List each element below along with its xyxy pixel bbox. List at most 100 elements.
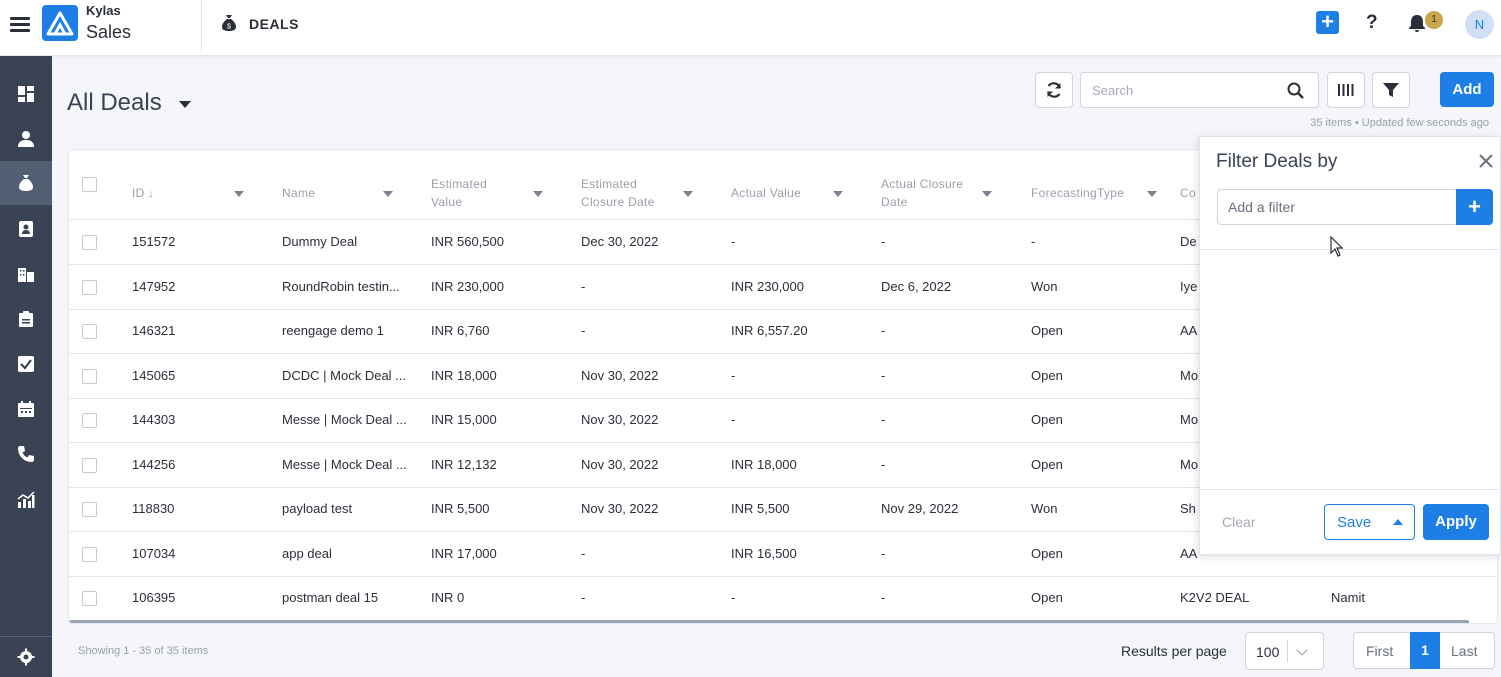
caret-up-icon[interactable] <box>1393 519 1403 525</box>
row-checkbox[interactable] <box>82 235 97 250</box>
clear-button[interactable]: Clear <box>1222 514 1255 530</box>
row-checkbox[interactable] <box>82 369 97 384</box>
cell-actual-value: INR 5,500 <box>731 501 790 516</box>
reports-icon[interactable] <box>0 478 52 522</box>
row-checkbox[interactable] <box>82 413 97 428</box>
companies-icon[interactable] <box>0 252 52 296</box>
cell-actual-closure-date: - <box>881 412 886 427</box>
filter-panel-title: Filter Deals by <box>1216 151 1338 172</box>
cell-name[interactable]: app deal <box>282 546 332 561</box>
header-divider <box>201 0 202 52</box>
cell-id: 151572 <box>132 234 176 249</box>
search-icon[interactable] <box>1287 82 1304 99</box>
filter-button[interactable] <box>1372 72 1410 108</box>
column-header-name[interactable]: Name <box>282 184 315 202</box>
deals-icon[interactable] <box>0 161 52 205</box>
table-row[interactable]: 106395 postman deal 15 INR 0 - - - Open … <box>69 576 1497 621</box>
row-checkbox[interactable] <box>82 280 97 295</box>
quick-add-button[interactable]: + <box>1316 11 1339 34</box>
contacts-icon[interactable] <box>0 207 52 251</box>
bell-icon[interactable] <box>1407 13 1427 33</box>
column-menu-icon[interactable] <box>383 191 393 197</box>
column-header-estimated-closure-date[interactable]: Estimated Closure Date <box>581 175 681 211</box>
column-header-company[interactable]: Co <box>1180 184 1196 202</box>
row-checkbox[interactable] <box>82 502 97 517</box>
column-menu-icon[interactable] <box>1147 191 1157 197</box>
cell-name[interactable]: Dummy Deal <box>282 234 357 249</box>
column-menu-icon[interactable] <box>833 191 843 197</box>
view-dropdown-caret-icon[interactable] <box>179 101 191 108</box>
cell-name[interactable]: reengage demo 1 <box>282 323 384 338</box>
cell-estimated-value: INR 18,000 <box>431 368 497 383</box>
cell-name[interactable]: postman deal 15 <box>282 590 378 605</box>
search-input[interactable] <box>1081 73 1281 107</box>
page-title[interactable]: All Deals <box>67 89 162 117</box>
cell-actual-closure-date: - <box>881 323 886 338</box>
cell-id: 144256 <box>132 457 176 472</box>
row-checkbox[interactable] <box>82 324 97 339</box>
columns-button[interactable] <box>1327 72 1365 108</box>
save-button[interactable]: Save <box>1324 504 1415 540</box>
cell-name[interactable]: payload test <box>282 501 352 516</box>
column-header-forecasting-type[interactable]: ForecastingType <box>1031 184 1124 202</box>
column-header-id[interactable]: ID ↓ <box>132 184 154 203</box>
cell-name[interactable]: Messe | Mock Deal ... <box>282 457 407 472</box>
column-header-actual-closure-date[interactable]: Actual Closure Date <box>881 175 981 211</box>
select-divider <box>1287 640 1288 662</box>
cell-estimated-value: INR 12,132 <box>431 457 497 472</box>
cell-id: 107034 <box>132 546 176 561</box>
calendar-icon[interactable] <box>0 387 52 431</box>
first-page-button[interactable]: First <box>1366 643 1393 659</box>
cell-actual-value: INR 18,000 <box>731 457 797 472</box>
cell-id: 147952 <box>132 279 176 294</box>
leads-icon[interactable] <box>0 117 52 161</box>
cell-forecasting-type: Won <box>1031 501 1058 516</box>
cell-company: De <box>1180 234 1197 249</box>
cell-actual-value: - <box>731 234 736 249</box>
calls-icon[interactable] <box>0 432 52 476</box>
apply-button[interactable]: Apply <box>1423 504 1489 540</box>
add-filter-input[interactable] <box>1217 189 1457 225</box>
cell-estimated-closure-date: - <box>581 546 586 561</box>
cell-name[interactable]: DCDC | Mock Deal ... <box>282 368 406 383</box>
cell-name[interactable]: RoundRobin testin... <box>282 279 400 294</box>
select-all-checkbox[interactable] <box>82 177 97 192</box>
add-filter-button[interactable]: + <box>1456 189 1493 225</box>
cell-estimated-closure-date: Dec 30, 2022 <box>581 234 659 249</box>
help-icon[interactable]: ? <box>1366 12 1378 34</box>
column-header-actual-value[interactable]: Actual Value <box>731 184 801 202</box>
cell-actual-value: - <box>731 590 736 605</box>
last-page-button[interactable]: Last <box>1451 643 1477 659</box>
filter-panel: Filter Deals by + Clear Save Apply <box>1199 136 1501 555</box>
tasks-icon[interactable] <box>0 342 52 386</box>
dashboard-icon[interactable] <box>0 72 52 116</box>
column-header-estimated-value[interactable]: Estimated Value <box>431 175 511 211</box>
cell-company: Mo <box>1180 457 1199 472</box>
column-menu-icon[interactable] <box>982 191 992 197</box>
cell-actual-closure-date: - <box>881 546 886 561</box>
row-checkbox[interactable] <box>82 591 97 606</box>
cell-estimated-value: INR 5,500 <box>431 501 490 516</box>
kylas-logo[interactable] <box>42 5 78 41</box>
add-button[interactable]: Add <box>1440 72 1494 107</box>
row-checkbox[interactable] <box>82 458 97 473</box>
column-menu-icon[interactable] <box>683 191 693 197</box>
row-checkbox[interactable] <box>82 547 97 562</box>
current-page-button[interactable]: 1 <box>1410 632 1440 669</box>
refresh-icon <box>1046 82 1062 98</box>
module-title: DEALS <box>249 16 299 32</box>
cell-estimated-closure-date: - <box>581 279 586 294</box>
notification-badge: 1 <box>1425 11 1443 29</box>
cell-estimated-closure-date: - <box>581 323 586 338</box>
settings-icon[interactable] <box>0 636 52 677</box>
refresh-button[interactable] <box>1035 72 1073 108</box>
cell-name[interactable]: Messe | Mock Deal ... <box>282 412 407 427</box>
column-menu-icon[interactable] <box>533 191 543 197</box>
cell-company: Mo <box>1180 368 1199 383</box>
products-icon[interactable] <box>0 297 52 341</box>
menu-icon[interactable] <box>10 14 30 36</box>
horizontal-scrollbar[interactable] <box>69 620 1469 623</box>
close-icon[interactable] <box>1478 153 1494 169</box>
avatar[interactable]: N <box>1465 10 1494 39</box>
column-menu-icon[interactable] <box>234 191 244 197</box>
